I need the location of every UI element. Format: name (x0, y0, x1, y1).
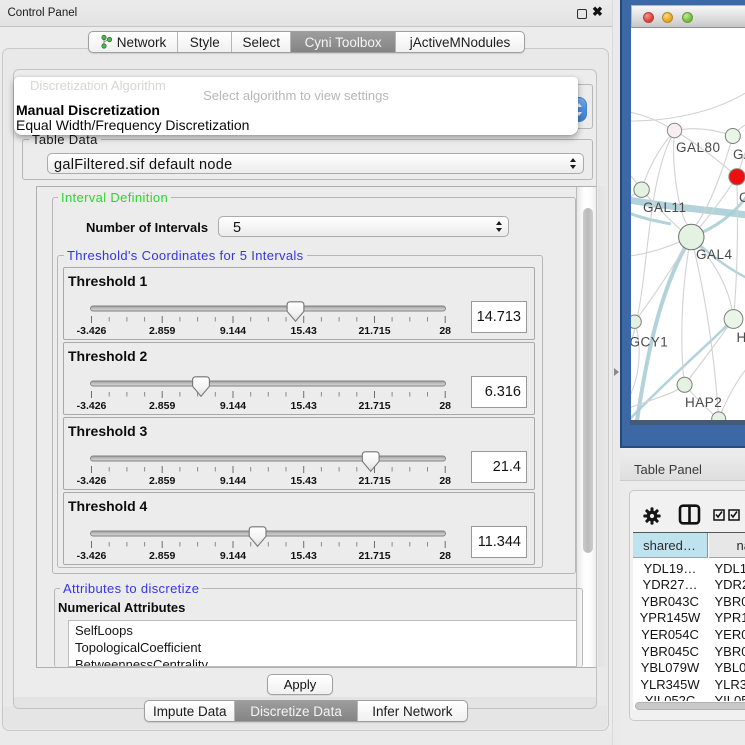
svg-text:15.43: 15.43 (291, 325, 317, 337)
svg-text:28: 28 (439, 325, 451, 337)
svg-text:GCY1: GCY1 (631, 334, 668, 349)
svg-text:2.859: 2.859 (149, 325, 175, 337)
svg-text:2.859: 2.859 (149, 550, 175, 562)
svg-text:-3.426: -3.426 (77, 400, 107, 412)
svg-text:9.144: 9.144 (220, 475, 246, 487)
svg-text:C: C (739, 190, 745, 205)
svg-text:9.144: 9.144 (220, 550, 246, 562)
svg-text:21.715: 21.715 (358, 325, 390, 337)
svg-text:15.43: 15.43 (291, 400, 317, 412)
svg-text:9.144: 9.144 (220, 325, 246, 337)
svg-text:-3.426: -3.426 (77, 475, 107, 487)
svg-text:GAL1: GAL1 (733, 147, 745, 162)
svg-text:28: 28 (439, 475, 451, 487)
svg-text:15.43: 15.43 (291, 550, 317, 562)
svg-text:H: H (737, 330, 745, 345)
svg-text:9.144: 9.144 (220, 400, 246, 412)
svg-text:21.715: 21.715 (358, 400, 390, 412)
svg-text:21.715: 21.715 (358, 550, 390, 562)
svg-text:GAL11: GAL11 (643, 200, 687, 215)
svg-text:-3.426: -3.426 (77, 550, 107, 562)
svg-text:-3.426: -3.426 (77, 325, 107, 337)
svg-text:28: 28 (439, 400, 451, 412)
svg-text:15.43: 15.43 (291, 475, 317, 487)
svg-text:28: 28 (439, 550, 451, 562)
svg-text:GAL4: GAL4 (696, 247, 733, 262)
svg-text:2.859: 2.859 (149, 475, 175, 487)
svg-text:2.859: 2.859 (149, 400, 175, 412)
svg-text:21.715: 21.715 (358, 475, 390, 487)
svg-text:HAP2: HAP2 (685, 395, 722, 410)
svg-text:GAL80: GAL80 (676, 140, 721, 155)
